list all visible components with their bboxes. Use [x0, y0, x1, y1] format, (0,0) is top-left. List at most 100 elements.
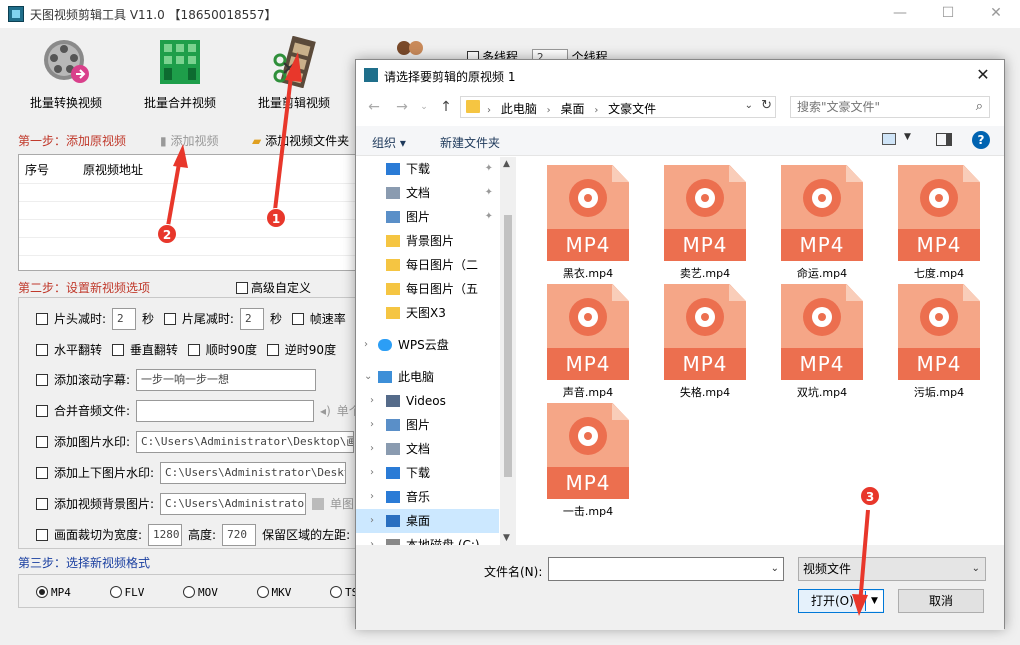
search-box[interactable]: ⌕ [790, 96, 990, 118]
minimize-button[interactable]: — [880, 2, 920, 24]
single-img-checkbox[interactable] [312, 497, 325, 510]
crop-width-input[interactable]: 1280 [148, 524, 183, 546]
format-ts[interactable]: TS [330, 586, 358, 599]
forward-arrow-icon[interactable]: → [392, 97, 412, 117]
help-icon[interactable]: ? [972, 131, 990, 149]
flip-h-checkbox[interactable] [36, 344, 48, 356]
file-type-select[interactable]: 视频文件 ⌄ [798, 557, 986, 581]
bg-image-input[interactable]: C:\Users\Administrator\D [160, 493, 307, 515]
address-bar[interactable]: › 此电脑 › 桌面 › 文豪文件 ⌄ ↻ [460, 96, 776, 118]
format-mov[interactable]: MOV [183, 586, 218, 599]
expand-chevron-icon[interactable]: › [370, 461, 380, 485]
chevron-down-icon[interactable]: ⌄ [771, 563, 779, 574]
radio-mp4[interactable] [36, 586, 48, 598]
tail-trim-input[interactable]: 2 [239, 308, 264, 330]
add-folder-button[interactable]: ▰ 添加视频文件夹 [252, 132, 349, 149]
open-button[interactable]: 打开(O) ▼ [798, 589, 884, 613]
file-item[interactable]: MP4 失格.mp4 [655, 284, 755, 402]
format-flv[interactable]: FLV [109, 586, 144, 599]
add-video-button[interactable]: ▮ 添加视频 [160, 132, 218, 149]
file-item[interactable]: MP4 命运.mp4 [772, 165, 872, 283]
format-mp4[interactable]: MP4 [36, 586, 71, 599]
back-arrow-icon[interactable]: ← [364, 97, 384, 117]
nav-item[interactable]: 图片 ✦ [356, 205, 499, 229]
dialog-close-button[interactable]: ✕ [968, 64, 998, 86]
nav-item[interactable]: ⌄ 此电脑 [356, 365, 499, 389]
filename-input[interactable] [549, 558, 761, 580]
bg-image-checkbox[interactable] [36, 497, 48, 510]
radio-mkv[interactable] [256, 586, 269, 598]
maximize-button[interactable]: ☐ [928, 2, 968, 24]
nav-item[interactable]: 文档 ✦ [356, 181, 499, 205]
radio-mov[interactable] [183, 586, 195, 598]
nav-item[interactable]: › Videos [356, 389, 499, 413]
expand-chevron-icon[interactable]: › [370, 509, 380, 533]
file-item[interactable]: MP4 双坑.mp4 [772, 284, 872, 402]
breadcrumb-desktop[interactable]: 桌面 [561, 102, 585, 116]
nav-item[interactable]: 背景图片 [356, 229, 499, 253]
expand-chevron-icon[interactable]: › [370, 533, 380, 545]
expand-chevron-icon[interactable]: ⌄ [364, 365, 374, 389]
nav-item[interactable]: › 音乐 [356, 485, 499, 509]
nav-item[interactable]: › 文档 [356, 437, 499, 461]
breadcrumb-folder[interactable]: 文豪文件 [608, 102, 656, 116]
nav-item[interactable]: 每日图片（五 [356, 277, 499, 301]
watermark-input[interactable]: C:\Users\Administrator\Desktop\画中画 [136, 431, 355, 453]
head-trim-checkbox[interactable] [36, 312, 48, 325]
expand-chevron-icon[interactable]: › [370, 389, 380, 413]
organize-button[interactable]: 组织 ▾ [372, 134, 406, 151]
nav-item[interactable]: › 本地磁盘 (C:) [356, 533, 499, 545]
view-icon[interactable] [882, 133, 896, 145]
expand-chevron-icon[interactable]: › [364, 333, 374, 357]
video-list[interactable]: 序号 原视频地址 [18, 154, 363, 271]
nav-item[interactable]: 每日图片（二 [356, 253, 499, 277]
advanced-checkbox[interactable] [236, 282, 248, 294]
view-dropdown-icon[interactable]: ▼ [904, 132, 911, 142]
recent-dropdown-icon[interactable]: ⌄ [414, 97, 434, 117]
crop-height-input[interactable]: 720 [222, 524, 257, 546]
batch-convert-button[interactable]: 批量转换视频 [18, 36, 114, 111]
batch-merge-button[interactable]: 批量合并视频 [132, 36, 228, 111]
expand-chevron-icon[interactable]: › [370, 485, 380, 509]
file-item[interactable]: MP4 黑衣.mp4 [538, 165, 638, 283]
scroll-up-icon[interactable]: ▲ [503, 159, 510, 169]
preview-pane-icon[interactable] [936, 133, 952, 146]
nav-item[interactable]: › WPS云盘 [356, 333, 499, 357]
nav-item[interactable]: › 下载 [356, 461, 499, 485]
framerate-checkbox[interactable] [291, 312, 304, 325]
file-item[interactable]: MP4 污垢.mp4 [889, 284, 989, 402]
tb-image-checkbox[interactable] [36, 466, 48, 479]
file-item[interactable]: MP4 卖艺.mp4 [655, 165, 755, 283]
file-item[interactable]: MP4 七度.mp4 [889, 165, 989, 283]
batch-edit-button[interactable]: 批量剪辑视频 [246, 35, 342, 111]
breadcrumb-this-pc[interactable]: 此电脑 [501, 102, 537, 116]
chevron-down-icon[interactable]: ⌄ [745, 100, 753, 111]
watermark-checkbox[interactable] [36, 435, 48, 448]
tb-image-input[interactable]: C:\Users\Administrator\Desktop\A [160, 462, 347, 484]
cancel-button[interactable]: 取消 [898, 589, 984, 613]
crop-checkbox[interactable] [36, 528, 48, 541]
expand-chevron-icon[interactable]: › [370, 437, 380, 461]
advanced-option[interactable]: 高级自定义 [236, 279, 311, 296]
format-mkv[interactable]: MKV [256, 586, 291, 599]
nav-item[interactable]: 下载 ✦ [356, 157, 499, 181]
scroll-sub-input[interactable]: 一步一响一步一想 [136, 369, 317, 391]
scroll-down-icon[interactable]: ▼ [503, 533, 510, 543]
scroll-sub-checkbox[interactable] [36, 373, 48, 386]
refresh-icon[interactable]: ↻ [761, 98, 772, 113]
radio-ts[interactable] [330, 586, 342, 598]
radio-flv[interactable] [109, 586, 122, 598]
scroll-thumb[interactable] [504, 215, 512, 477]
filename-box[interactable]: ⌄ [548, 557, 784, 581]
head-trim-input[interactable]: 2 [112, 308, 137, 330]
expand-chevron-icon[interactable]: › [370, 413, 380, 437]
file-item[interactable]: MP4 一击.mp4 [538, 403, 638, 521]
merge-audio-input[interactable] [136, 400, 315, 422]
up-arrow-icon[interactable]: ↑ [436, 97, 456, 117]
nav-scrollbar[interactable]: ▲ ▼ [500, 157, 516, 545]
flip-v-checkbox[interactable] [111, 344, 124, 356]
nav-item[interactable]: › 桌面 [356, 509, 499, 533]
close-button[interactable]: ✕ [976, 2, 1016, 24]
open-dropdown-icon[interactable]: ▼ [865, 591, 883, 611]
tail-trim-checkbox[interactable] [163, 312, 176, 325]
